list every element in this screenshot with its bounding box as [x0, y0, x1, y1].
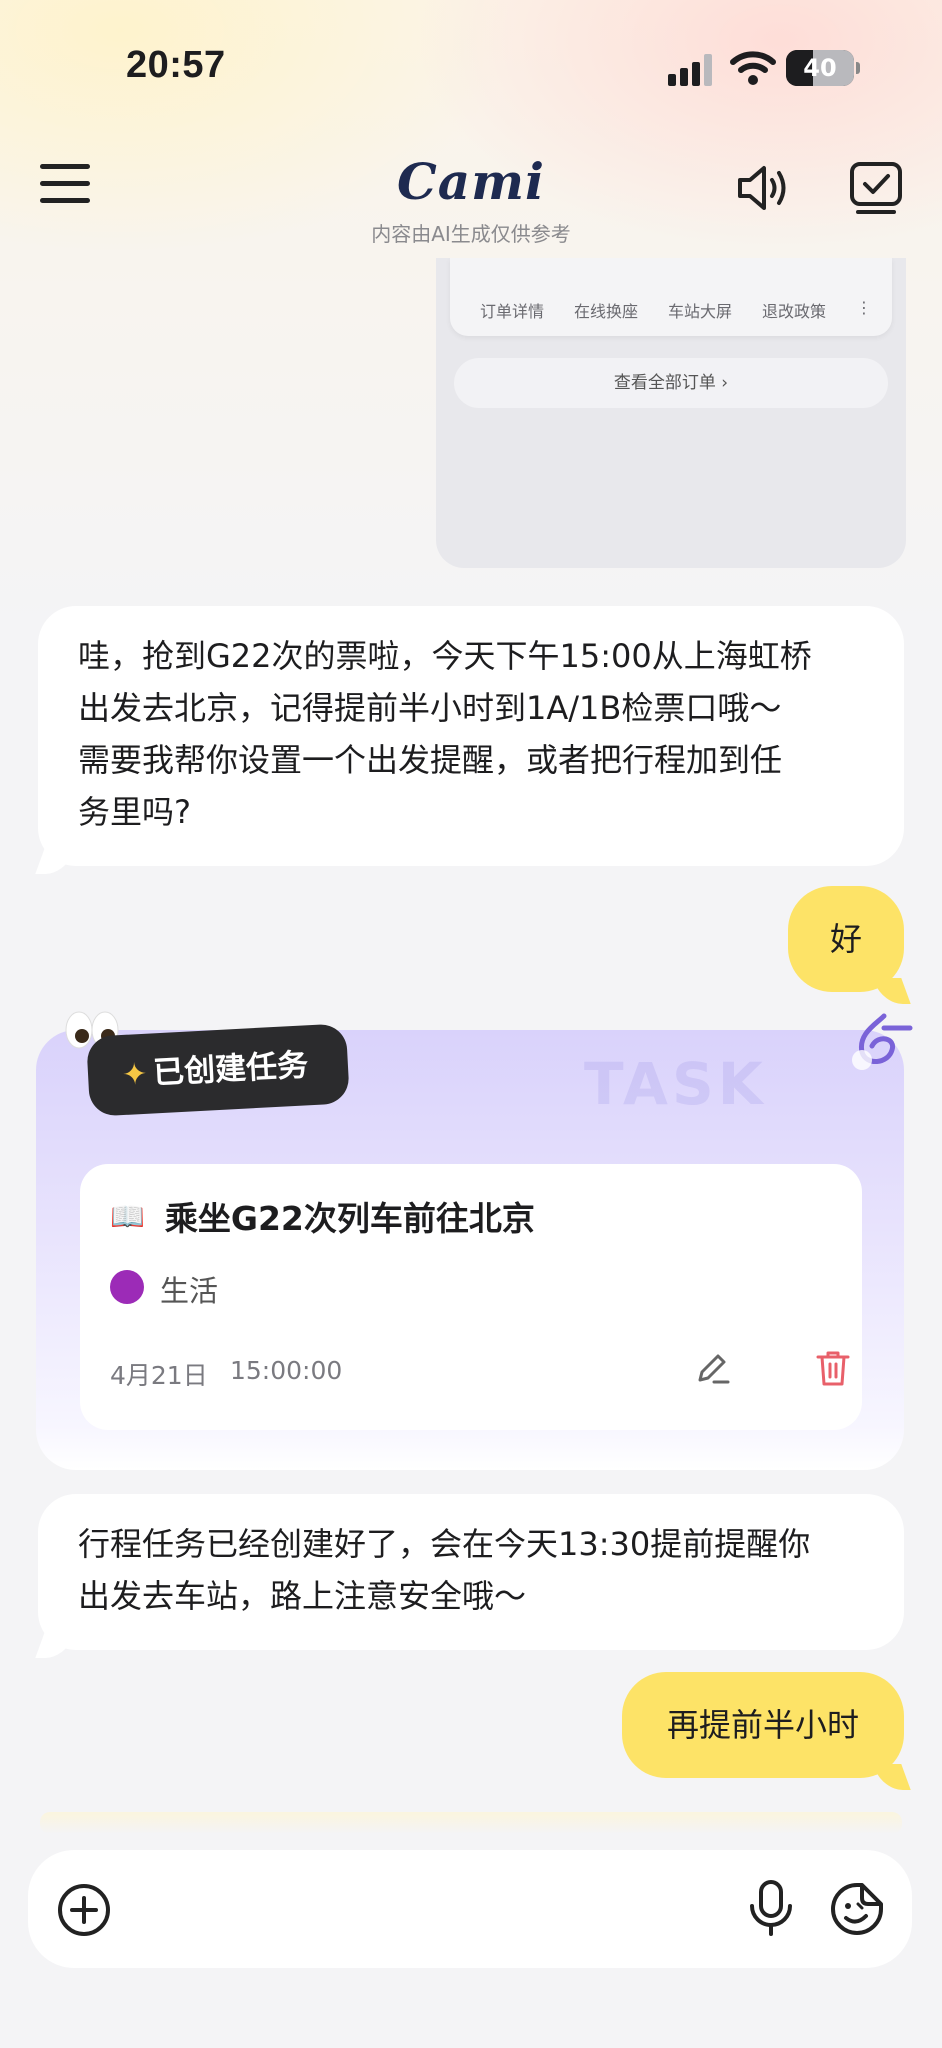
message-line: 出发去北京，记得提前半小时到1A/1B检票口哦～ — [78, 689, 782, 727]
ai-message: 行程任务已经创建好了，会在今天13:30提前提醒你 出发去车站，路上注意安全哦～ — [38, 1494, 904, 1650]
order-tab-refund-policy[interactable]: 退改政策 — [762, 298, 826, 322]
status-time: 20:57 — [126, 44, 226, 86]
message-line: 出发去车站，路上注意安全哦～ — [78, 1577, 527, 1615]
message-line: 务里吗? — [78, 793, 191, 831]
ai-disclaimer: 内容由AI生成仅供参考 — [371, 222, 571, 246]
order-tabs-strip: 订单详情 在线换座 车站大屏 退改政策 ⋮ — [450, 258, 892, 336]
order-tabs: 订单详情 在线换座 车站大屏 退改政策 ⋮ — [480, 298, 872, 322]
more-icon[interactable]: ⋮ — [856, 298, 872, 322]
battery-level: 40 — [803, 54, 837, 82]
app-logo: Cami — [396, 152, 546, 211]
user-message: 再提前半小时 — [622, 1672, 904, 1778]
task-item[interactable]: 📖 乘坐G22次列车前往北京 生活 4月21日 15:00:00 — [80, 1164, 862, 1430]
plus-icon[interactable] — [56, 1882, 112, 1938]
message-composer[interactable] — [28, 1850, 912, 1968]
task-title: 📖 乘坐G22次列车前往北京 — [110, 1192, 535, 1240]
delete-icon[interactable] — [814, 1348, 852, 1388]
emoji-icon[interactable] — [828, 1880, 886, 1938]
order-tab-details[interactable]: 订单详情 — [480, 298, 544, 322]
status-bar: 20:57 40 — [0, 0, 942, 130]
task-created-badge-text: 已创建任务 — [152, 1047, 309, 1092]
train-order-card[interactable]: 订单详情 在线换座 车站大屏 退改政策 ⋮ 查看全部订单 › — [436, 258, 906, 568]
loading-placeholder — [40, 1812, 902, 1834]
speaker-icon[interactable] — [734, 160, 794, 216]
sparkle-icon: ✦ — [121, 1056, 149, 1093]
message-line: 需要我帮你设置一个出发提醒，或者把行程加到任 — [78, 741, 783, 779]
task-time: 15:00:00 — [230, 1356, 343, 1385]
user-message: 好 — [788, 886, 904, 992]
message-line: 哇，抢到G22次的票啦，今天下午15:00从上海虹桥 — [78, 637, 812, 675]
task-created-badge: ✦ 已创建任务 — [86, 1023, 350, 1117]
cellular-signal-icon — [668, 54, 712, 86]
ai-message: 哇，抢到G22次的票啦，今天下午15:00从上海虹桥 出发去北京，记得提前半小时… — [38, 606, 904, 866]
message-line: 行程任务已经创建好了，会在今天13:30提前提醒你 — [78, 1525, 811, 1563]
curl-decoration-icon — [852, 1013, 913, 1070]
category-color-dot — [110, 1270, 144, 1304]
view-all-orders-button[interactable]: 查看全部订单 › — [454, 358, 888, 408]
microphone-icon[interactable] — [746, 1878, 796, 1938]
task-watermark: TASK — [584, 1050, 767, 1118]
order-tab-change-seat[interactable]: 在线换座 — [574, 298, 638, 322]
battery-indicator: 40 — [786, 50, 860, 86]
task-check-icon[interactable] — [848, 160, 904, 216]
task-category: 生活 — [160, 1274, 219, 1308]
order-tab-station-screen[interactable]: 车站大屏 — [668, 298, 732, 322]
task-date: 4月21日 — [110, 1361, 208, 1390]
user-message-text: 再提前半小时 — [666, 1706, 859, 1744]
user-message-text: 好 — [829, 920, 862, 958]
book-icon: 📖 — [110, 1199, 145, 1233]
app-header: Cami 内容由AI生成仅供参考 — [0, 150, 942, 260]
wifi-icon — [730, 51, 776, 85]
task-created-card: TASK ✦ 已创建任务 📖 乘坐G22次列车前往北京 生活 4月21日 15:0… — [36, 1011, 913, 1470]
task-title-text: 乘坐G22次列车前往北京 — [164, 1199, 535, 1238]
edit-icon[interactable] — [692, 1348, 732, 1388]
